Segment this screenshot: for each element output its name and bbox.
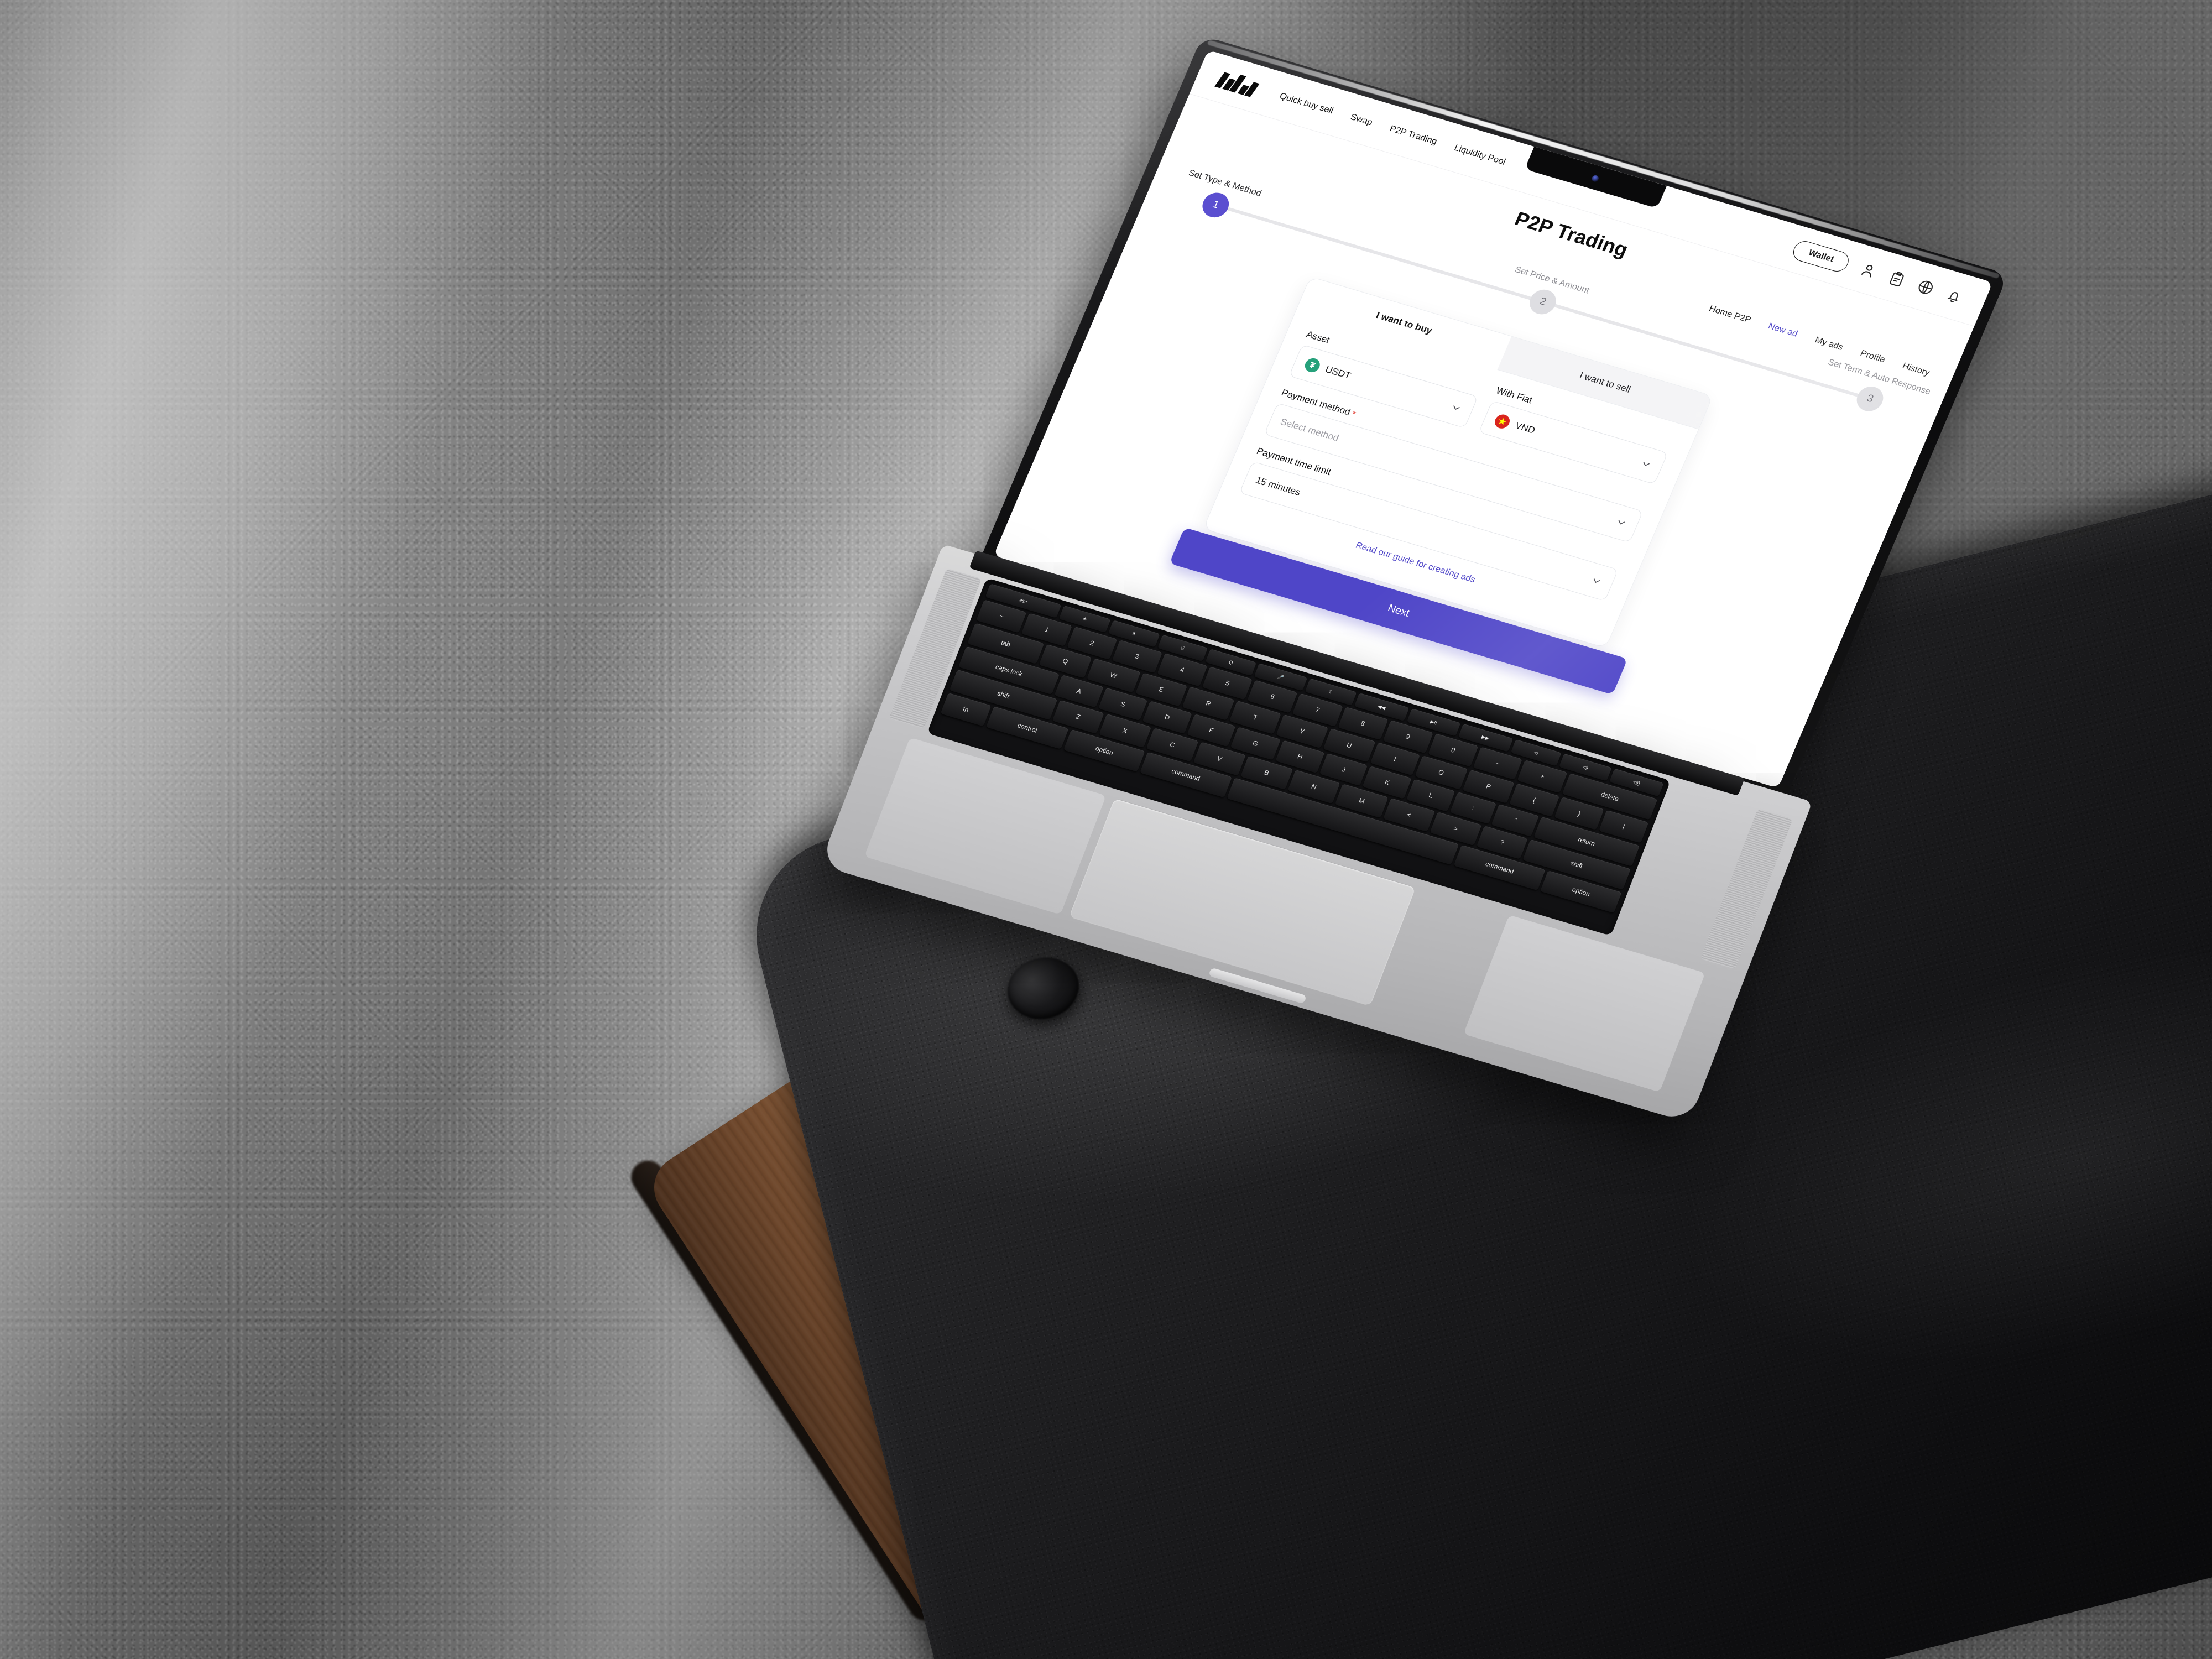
step-2-dot: 2: [1525, 286, 1561, 317]
screenshot-stage: Quick buy sell Swap P2P Trading Liquidit…: [0, 0, 2212, 1659]
payment-time-limit-value: 15 minutes: [1254, 474, 1302, 498]
asset-value: USDT: [1323, 364, 1353, 382]
nav-link-swap[interactable]: Swap: [1349, 112, 1374, 128]
step-1[interactable]: Set Type & Method 1: [1187, 168, 1262, 221]
flag-star: ★: [1495, 415, 1509, 428]
globe-icon[interactable]: [1914, 277, 1937, 297]
user-icon[interactable]: [1858, 260, 1880, 280]
chevron-down-icon: [1614, 516, 1629, 529]
step-1-label: Set Type & Method: [1187, 168, 1263, 199]
step-2[interactable]: Set Price & Amount 2: [1514, 265, 1590, 317]
step-3[interactable]: Set Term & Auto Response 3: [1827, 358, 1932, 415]
brand-logo[interactable]: [1214, 69, 1260, 97]
nav-link-p2p-trading[interactable]: P2P Trading: [1388, 124, 1439, 147]
nav-link-quick-buy-sell[interactable]: Quick buy sell: [1278, 91, 1334, 116]
nav-link-liquidity-pool[interactable]: Liquidity Pool: [1453, 143, 1507, 167]
bell-icon[interactable]: [1943, 285, 1966, 305]
chevron-down-icon: [1449, 401, 1464, 414]
vietnam-flag-icon: ★: [1492, 413, 1512, 430]
chevron-down-icon: [1589, 574, 1604, 587]
payment-method-value: Select method: [1279, 416, 1341, 444]
step-2-label: Set Price & Amount: [1513, 265, 1591, 296]
required-asterisk: *: [1350, 409, 1358, 419]
palm-rest-right: [1463, 915, 1705, 1092]
speaker-grille-right: [1700, 808, 1793, 969]
usdt-icon: ₮: [1302, 356, 1322, 374]
camera-icon: [1590, 174, 1600, 183]
chevron-down-icon: [1639, 457, 1653, 471]
step-1-dot: 1: [1198, 190, 1233, 221]
step-3-dot: 3: [1853, 383, 1887, 415]
fiat-value: VND: [1513, 420, 1537, 436]
wallet-button[interactable]: Wallet: [1790, 238, 1852, 274]
clipboard-icon[interactable]: [1886, 269, 1908, 289]
